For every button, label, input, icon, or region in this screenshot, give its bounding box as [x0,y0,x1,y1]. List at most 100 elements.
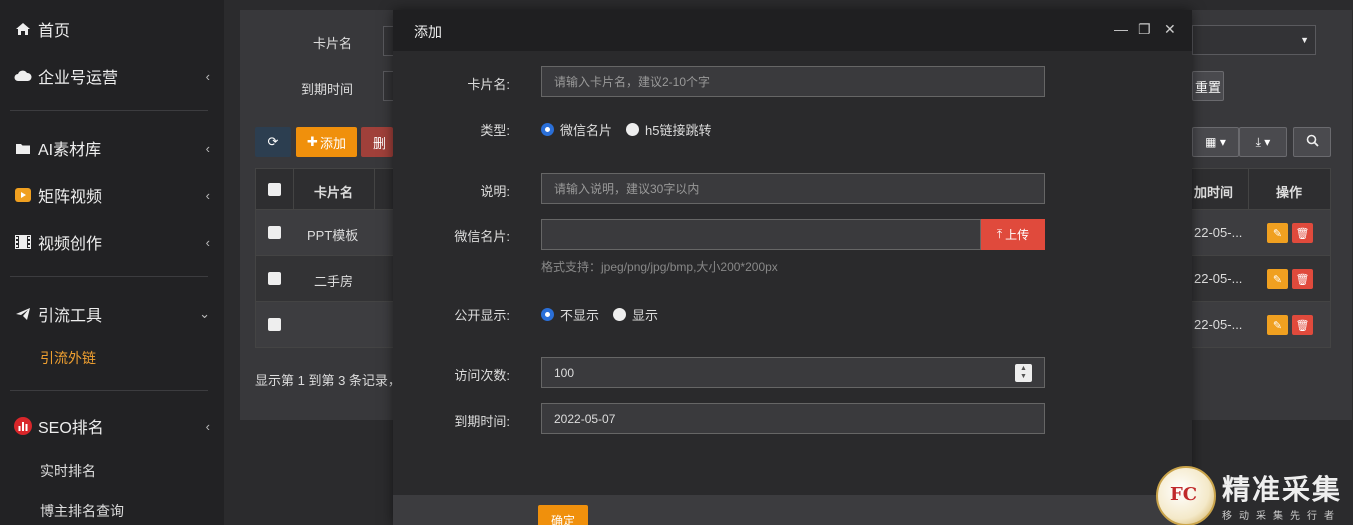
maximize-icon[interactable]: ❐ [1138,21,1151,38]
add-button[interactable]: ✚ 添加 [296,127,357,157]
edit-button[interactable]: ✎ [1267,315,1288,335]
sidebar-item-label: 引流工具 [38,308,103,325]
sidebar-item-label: 矩阵视频 [38,189,103,206]
sidebar-item-home[interactable]: 首页 [14,14,210,44]
home-icon [14,21,32,37]
pencil-icon: ✎ [1272,273,1283,286]
upload-button[interactable]: ⤒ 上传 [981,219,1045,250]
edit-button[interactable]: ✎ [1267,269,1288,289]
watermark-title: 精准采集 [1222,473,1343,506]
sidebar-item-seo[interactable]: SEO排名 ‹ [14,411,210,441]
sidebar-item-label: 视频创作 [38,236,103,253]
sidebar-item-matrix-video[interactable]: 矩阵视频 ‹ [14,180,210,210]
row-date: 22-05-... [1194,317,1243,332]
delete-row-button[interactable]: 🗑 [1292,269,1313,289]
divider [10,110,208,111]
folder-icon [14,140,32,156]
close-icon[interactable]: ✕ [1164,21,1176,38]
row-date: 22-05-... [1194,271,1243,286]
watermark-subtitle: 移动采集先行者 [1222,511,1341,522]
sidebar-item-label: 首页 [38,23,71,40]
film-icon [14,234,32,250]
delete-row-button[interactable]: 🗑 [1292,223,1313,243]
sidebar-subitem-blogger-rank[interactable]: 博主排名查询 [40,501,124,521]
row-date: 22-05-... [1194,225,1243,240]
public-label: 公开显示: [454,308,510,323]
row-checkbox[interactable] [268,318,281,331]
dialog-footer [393,495,1192,525]
header-card-name[interactable]: 卡片名 [314,182,353,201]
type-h5-radio[interactable] [626,123,640,136]
chevron-left-icon: ‹ [205,187,210,203]
pagination-info: 显示第 1 到第 3 条记录， [255,373,401,388]
chevron-left-icon: ‹ [205,234,210,250]
sidebar-item-label: SEO排名 [38,420,104,437]
row-card-name: PPT模板 [307,228,359,243]
sidebar-item-video-create[interactable]: 视频创作 ‹ [14,227,210,257]
trash-icon: 🗑 [1295,227,1310,240]
chevron-left-icon: ‹ [205,418,210,434]
search-button[interactable] [1293,127,1331,157]
reset-button[interactable]: 重置 [1192,71,1224,101]
filter-label-expire: 到期时间 [301,82,354,97]
type-wechat-radio[interactable] [541,123,554,136]
export-icon: ⤓ ▾ [1255,134,1271,149]
sidebar-item-label: 企业号运营 [38,70,119,87]
bar-chart-icon [14,417,32,435]
trash-icon: 🗑 [1295,273,1310,286]
sidebar-subitem-realtime-rank[interactable]: 实时排名 [40,461,96,481]
number-stepper[interactable]: ▲ ▼ [1015,364,1032,382]
row-card-name: 二手房 [314,274,354,289]
expire-input[interactable]: 2022-05-07 [541,403,1045,434]
sidebar-subitem-external-links[interactable]: 引流外链 [40,348,96,368]
pencil-icon: ✎ [1272,319,1283,332]
confirm-button[interactable]: 确定 [538,505,588,525]
filter-select[interactable]: ▼ [1192,25,1316,55]
sidebar-item-traffic-tools[interactable]: 引流工具 ⌄ [14,299,210,329]
chevron-left-icon: ‹ [205,68,210,84]
visits-input[interactable]: 100 ▲ ▼ [541,357,1045,388]
card-name-input[interactable]: 请输入卡片名，建议2-10个字 [541,66,1045,97]
upload-hint: 格式支持：jpeg/png/jpg/bmp,大小200*200px [541,260,778,274]
youtube-play-icon [14,187,32,203]
public-radio-group: 不显示 显示 [541,305,672,324]
sidebar: 首页 企业号运营 ‹ AI素材库 ‹ 矩阵视频 ‹ 视频创作 ‹ 引流工具 ⌄ [0,0,224,525]
dialog-header: 添加 — ❐ ✕ [393,10,1192,51]
trash-icon: 🗑 [1295,319,1310,332]
wechat-card-input[interactable] [541,219,981,250]
sidebar-item-enterprise[interactable]: 企业号运营 ‹ [14,61,210,91]
header-actions: 操作 [1276,185,1303,200]
add-dialog: 添加 — ❐ ✕ 卡片名: 请输入卡片名，建议2-10个字 类型: 微信名片 h… [393,10,1192,525]
minimize-icon[interactable]: — [1114,21,1128,37]
logo-fc-text: FC [1170,484,1198,505]
public-hide-radio[interactable] [541,308,554,321]
type-label: 类型: [480,123,510,138]
sidebar-item-label: AI素材库 [38,142,102,159]
divider [10,276,208,277]
divider [10,390,208,391]
search-icon [1306,134,1319,150]
edit-button[interactable]: ✎ [1267,223,1288,243]
delete-row-button[interactable]: 🗑 [1292,315,1313,335]
grid-icon: ▦ ▾ [1205,135,1226,149]
dialog-title: 添加 [414,24,442,40]
cloud-icon [14,68,32,84]
row-checkbox[interactable] [268,226,281,239]
expire-label: 到期时间: [454,414,510,429]
paper-plane-icon [14,306,32,322]
desc-label: 说明: [480,184,510,199]
sidebar-item-ai-library[interactable]: AI素材库 ‹ [14,133,210,163]
columns-button[interactable]: ▦ ▾ [1192,127,1239,157]
select-all-checkbox[interactable] [268,183,281,196]
delete-button[interactable]: 删 [361,127,393,157]
header-add-time[interactable]: 加时间 [1194,182,1233,201]
refresh-button[interactable]: ⟳ [255,127,291,157]
upload-icon: ⤒ [996,227,1003,241]
chevron-left-icon: ‹ [205,140,210,156]
desc-input[interactable]: 请输入说明，建议30字以内 [541,173,1045,204]
export-button[interactable]: ⤓ ▾ [1239,127,1287,157]
caret-down-icon: ▼ [1300,35,1309,45]
row-checkbox[interactable] [268,272,281,285]
watermark-logo: FC 精准采集 移动采集先行者 [1156,466,1353,525]
public-show-radio[interactable] [613,308,627,321]
